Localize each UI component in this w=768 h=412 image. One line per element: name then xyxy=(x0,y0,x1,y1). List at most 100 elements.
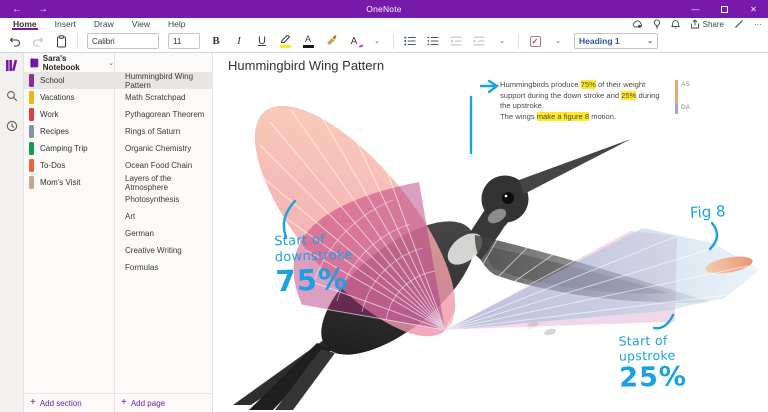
author-initials: AS xyxy=(681,81,690,88)
italic-button[interactable]: I xyxy=(232,32,246,50)
page-item[interactable]: Pythagorean Theorem xyxy=(115,106,212,123)
paragraph-style-value: Heading 1 xyxy=(579,36,620,46)
bold-button[interactable]: B xyxy=(209,32,223,50)
font-size-select[interactable]: 11 xyxy=(168,33,200,49)
page-item[interactable]: Hummingbird Wing Pattern xyxy=(115,72,212,90)
minimize-button[interactable]: — xyxy=(681,0,710,18)
recent-notes-icon[interactable] xyxy=(6,119,18,137)
sync-cloud-icon[interactable] xyxy=(632,20,643,28)
decrease-indent-button[interactable] xyxy=(449,32,463,50)
app-rail xyxy=(0,53,24,412)
search-icon[interactable] xyxy=(6,89,18,107)
sections-panel: Sara's Notebook ⌄ School Vacations Work … xyxy=(24,53,115,412)
increase-indent-button[interactable] xyxy=(472,32,486,50)
section-label: Camping Trip xyxy=(40,144,88,153)
tab-draw[interactable]: Draw xyxy=(85,18,123,30)
section-label: Vacations xyxy=(40,93,75,102)
page-item[interactable]: Math Scratchpad xyxy=(115,89,212,106)
maximize-icon xyxy=(721,5,728,13)
undo-button[interactable] xyxy=(8,32,22,50)
highlight-color-swatch xyxy=(279,44,291,48)
chevron-down-icon: ⌄ xyxy=(647,38,653,45)
app-title: OneNote xyxy=(366,4,402,14)
font-color-button[interactable]: A xyxy=(301,32,315,50)
clear-formatting-swoosh-icon xyxy=(358,44,364,48)
add-page-button[interactable]: + Add page xyxy=(115,393,212,412)
ink-annotation-downstroke[interactable]: Start of downstroke 75% xyxy=(274,232,354,299)
page-item[interactable]: Formulas xyxy=(115,259,212,276)
ink-percentage: 75% xyxy=(274,261,349,299)
share-button[interactable]: Share xyxy=(690,19,724,29)
section-color-tab xyxy=(29,108,34,121)
pen-mode-icon[interactable] xyxy=(734,19,744,29)
lightbulb-icon[interactable] xyxy=(653,19,661,29)
tab-home[interactable]: Home xyxy=(4,18,46,30)
font-color-letter: A xyxy=(304,33,311,44)
font-size-value: 11 xyxy=(173,36,182,46)
tab-insert[interactable]: Insert xyxy=(46,18,85,30)
bullet-list-button[interactable] xyxy=(403,32,417,50)
notebook-switcher[interactable]: Sara's Notebook ⌄ xyxy=(24,53,114,72)
maximize-button[interactable] xyxy=(710,0,739,18)
section-color-tab xyxy=(29,176,34,189)
section-item-moms-visit[interactable]: Mom's Visit xyxy=(24,174,114,191)
ink-annotation-fig8[interactable]: Fig 8 xyxy=(690,202,726,222)
section-item-to-dos[interactable]: To-Dos xyxy=(24,157,114,174)
section-item-camping-trip[interactable]: Camping Trip xyxy=(24,140,114,157)
titlebar: ← → OneNote — ✕ xyxy=(0,0,768,18)
notebooks-icon[interactable] xyxy=(5,59,18,77)
section-color-tab xyxy=(29,91,34,104)
note-text-block[interactable]: Hummingbirds produce 75% of their weight… xyxy=(500,80,672,122)
add-section-button[interactable]: + Add section xyxy=(24,393,114,412)
font-more-chevron[interactable]: ⌄ xyxy=(370,32,384,50)
add-page-label: Add page xyxy=(130,398,166,408)
highlight-color-button[interactable] xyxy=(278,32,292,50)
page-item[interactable]: Organic Chemistry xyxy=(115,140,212,157)
paste-button[interactable] xyxy=(54,32,68,50)
plus-icon: + xyxy=(121,397,127,408)
redo-button[interactable] xyxy=(31,32,45,50)
section-label: School xyxy=(40,76,65,85)
list-more-chevron[interactable]: ⌄ xyxy=(495,32,509,50)
notebook-name: Sara's Notebook xyxy=(42,53,80,72)
page-item[interactable]: Layers of the Atmosphere xyxy=(115,174,212,192)
section-item-work[interactable]: Work xyxy=(24,106,114,123)
more-options-button[interactable]: ··· xyxy=(754,20,762,29)
toolbar-separator xyxy=(518,33,519,49)
page-item[interactable]: German xyxy=(115,225,212,242)
toolbar-separator xyxy=(77,33,78,49)
add-section-label: Add section xyxy=(39,398,82,408)
paragraph-style-select[interactable]: Heading 1 ⌄ xyxy=(574,33,658,49)
tab-view[interactable]: View xyxy=(123,18,159,30)
page-item[interactable]: Ocean Food Chain xyxy=(115,157,212,174)
ink-annotation-upstroke[interactable]: Start of upstroke 25% xyxy=(618,332,687,394)
section-color-tab xyxy=(29,74,34,87)
section-label: Work xyxy=(40,110,59,119)
underline-button[interactable]: U xyxy=(255,32,269,50)
todo-tag-button[interactable]: ✓ xyxy=(528,32,542,50)
highlighted-text: 75% xyxy=(580,80,596,89)
section-item-school[interactable]: School xyxy=(24,72,114,89)
section-color-tab xyxy=(29,125,34,138)
page-item[interactable]: Photosynthesis xyxy=(115,191,212,208)
highlighted-text: 25% xyxy=(621,90,637,100)
highlighted-text: make a figure 8 xyxy=(536,111,590,121)
onenote-app: ← → OneNote — ✕ Home Insert Draw View He… xyxy=(0,0,768,412)
toolbar-separator xyxy=(393,33,394,49)
page-canvas[interactable]: Hummingbird Wing Pattern Hummingbirds pr… xyxy=(213,53,768,412)
page-item[interactable]: Art xyxy=(115,208,212,225)
section-item-vacations[interactable]: Vacations xyxy=(24,89,114,106)
font-color-swatch xyxy=(302,44,314,48)
share-label: Share xyxy=(702,19,724,29)
page-item[interactable]: Creative Writing xyxy=(115,242,212,259)
clear-formatting-button[interactable]: A xyxy=(347,32,364,50)
font-family-select[interactable]: Calibri xyxy=(87,33,159,49)
section-item-recipes[interactable]: Recipes xyxy=(24,123,114,140)
page-item[interactable]: Rings of Saturn xyxy=(115,123,212,140)
close-button[interactable]: ✕ xyxy=(739,0,768,18)
tag-more-chevron[interactable]: ⌄ xyxy=(551,32,565,50)
bell-icon[interactable] xyxy=(670,19,680,29)
numbered-list-button[interactable] xyxy=(426,32,440,50)
tab-help[interactable]: Help xyxy=(159,18,194,30)
format-painter-button[interactable] xyxy=(324,32,338,50)
